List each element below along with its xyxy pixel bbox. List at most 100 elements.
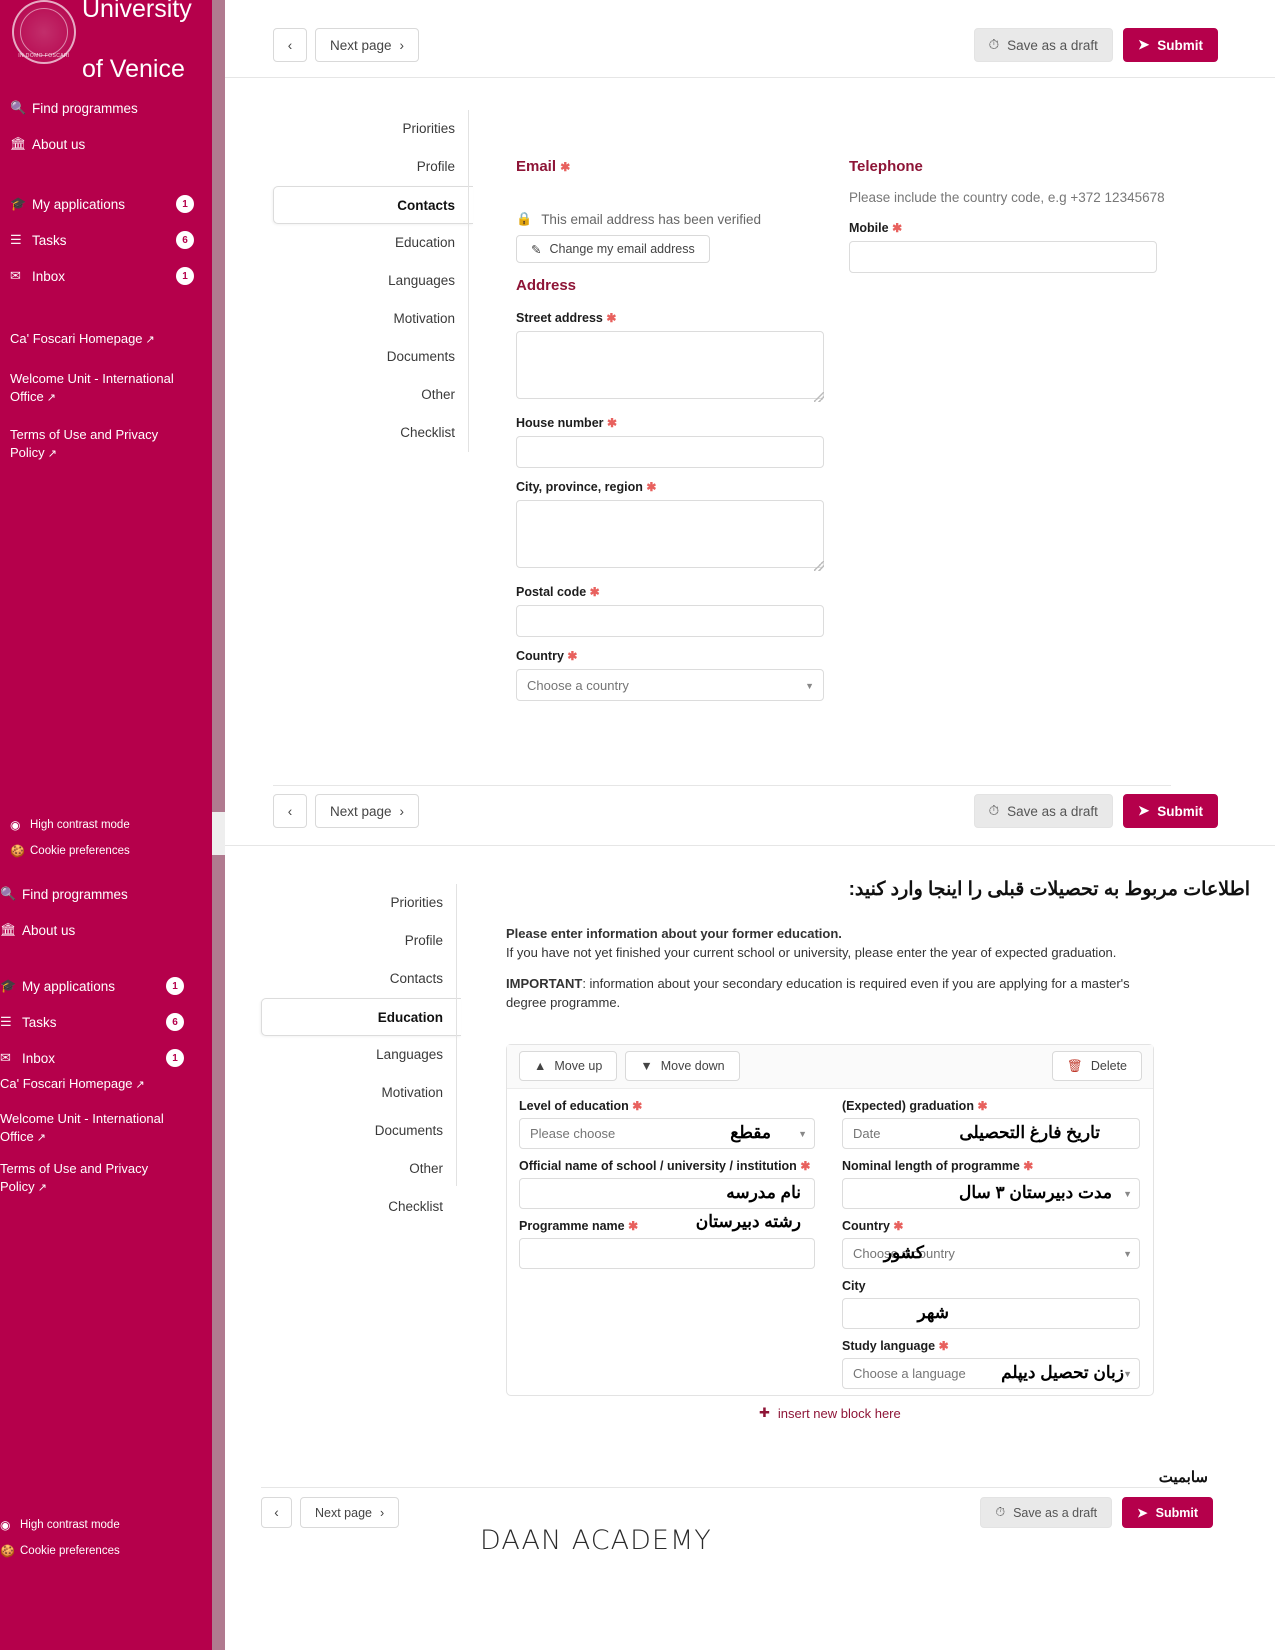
change-email-button[interactable]: ✎ Change my email address (516, 235, 710, 263)
block-move-controls: ▲ Move up ▼ Move down (519, 1051, 740, 1081)
sidebar-item-my-applications[interactable]: 🎓 My applications 1 (0, 186, 212, 222)
sidebar-scrollbar-thumb-lower[interactable] (212, 855, 225, 1650)
insert-new-block-button[interactable]: ✚ insert new block here (759, 1405, 901, 1421)
delete-block-button[interactable]: 🗑 Delete (1051, 1051, 1142, 1081)
postal-code-input[interactable] (516, 605, 824, 637)
step-other[interactable]: Other (273, 376, 473, 414)
sidebar-item-about-us[interactable]: 🏛 About us (0, 126, 212, 162)
clock-icon: ⏱ (995, 1505, 1006, 1519)
sidebar-link-terms[interactable]: Terms of Use and Privacy Policy ↗ (10, 426, 200, 463)
sidebar-link-welcome-unit[interactable]: Welcome Unit - International Office ↗ (10, 370, 200, 407)
sidebar-cookie-preferences[interactable]: 🍪 Cookie preferences (0, 1544, 120, 1558)
study-language-select[interactable] (842, 1358, 1140, 1389)
education-left-column: Level of education ✱ ▼ مقطع Official nam… (519, 1099, 819, 1269)
badge-count: 6 (166, 1013, 184, 1031)
cookie-icon: 🍪 (10, 844, 25, 858)
level-of-education-select[interactable] (519, 1118, 815, 1149)
next-page-button[interactable]: Next page › (315, 28, 420, 62)
step-profile[interactable]: Profile (273, 148, 473, 186)
sidebar-cookie-preferences[interactable]: 🍪 Cookie preferences (10, 844, 130, 858)
cookie-icon: 🍪 (0, 1544, 15, 1558)
step-motivation[interactable]: Motivation (261, 1074, 461, 1112)
nominal-length-select[interactable] (842, 1178, 1140, 1209)
education-city-input[interactable] (842, 1298, 1140, 1329)
brand-logo[interactable]: IN DOMO FOSCARI University of Venice (0, 0, 212, 83)
move-down-button[interactable]: ▼ Move down (625, 1051, 740, 1081)
city-province-region-input[interactable] (516, 500, 824, 568)
education-city-field: City شهر (842, 1279, 1144, 1329)
school-name-label-text: Official name of school / university / i… (519, 1159, 797, 1173)
step-priorities[interactable]: Priorities (261, 884, 461, 922)
city-province-region-label: City, province, region ✱ (516, 480, 826, 494)
resize-grip-icon[interactable] (814, 392, 824, 402)
submit-button[interactable]: ➤ Submit (1122, 1497, 1213, 1528)
sidebar-item-tasks[interactable]: ☰ Tasks 6 (0, 222, 212, 258)
submit-button[interactable]: ➤ Submit (1122, 28, 1218, 62)
chevron-right-icon: › (399, 803, 405, 819)
sidebar-link-welcome-unit[interactable]: Welcome Unit - International Office ↗ (0, 1110, 190, 1147)
step-checklist[interactable]: Checklist (273, 414, 473, 452)
save-draft-button[interactable]: ⏱ Save as a draft (980, 1497, 1113, 1528)
graduation-date-input[interactable] (842, 1118, 1140, 1149)
programme-name-input[interactable] (519, 1238, 815, 1269)
required-asterisk-icon: ✱ (938, 1339, 949, 1353)
step-languages[interactable]: Languages (261, 1036, 461, 1074)
delete-label: Delete (1090, 1059, 1127, 1073)
step-other[interactable]: Other (261, 1150, 461, 1188)
save-draft-button[interactable]: ⏱ Save as a draft (973, 28, 1113, 62)
previous-page-button[interactable]: ‹ (273, 28, 307, 62)
lock-icon: 🔒 (516, 211, 533, 226)
toolbar-actions-bottom: ⏱ Save as a draft ➤ Submit (980, 1497, 1213, 1528)
previous-page-button[interactable]: ‹ (273, 794, 307, 828)
sidebar-link-terms[interactable]: Terms of Use and Privacy Policy ↗ (0, 1160, 190, 1197)
sidebar-nav-secondary-dup: 🎓 My applications 1 ☰ Tasks 6 ✉ Inbox 1 (0, 968, 202, 1076)
required-asterisk-icon: ✱ (977, 1099, 988, 1113)
sidebar-item-tasks[interactable]: ☰ Tasks 6 (0, 1004, 202, 1040)
step-documents[interactable]: Documents (273, 338, 473, 376)
move-up-button[interactable]: ▲ Move up (519, 1051, 618, 1081)
next-page-label: Next page (315, 1505, 372, 1520)
step-education[interactable]: Education (273, 224, 473, 262)
submit-button[interactable]: ➤ Submit (1122, 794, 1218, 828)
save-draft-button[interactable]: ⏱ Save as a draft (973, 794, 1113, 828)
sidebar-item-my-applications[interactable]: 🎓 My applications 1 (0, 968, 202, 1004)
sidebar-item-find-programmes[interactable]: 🔍 Find programmes (0, 90, 212, 126)
next-page-button[interactable]: Next page › (315, 794, 420, 828)
next-page-button[interactable]: Next page › (300, 1497, 400, 1528)
resize-grip-icon[interactable] (814, 561, 824, 571)
level-of-education-label-text: Level of education (519, 1099, 629, 1113)
sidebar-item-find-programmes[interactable]: 🔍 Find programmes (0, 876, 202, 912)
step-education[interactable]: Education (261, 998, 461, 1036)
step-profile[interactable]: Profile (261, 922, 461, 960)
step-contacts[interactable]: Contacts (273, 186, 473, 224)
school-name-field: Official name of school / university / i… (519, 1159, 819, 1209)
street-address-input[interactable] (516, 331, 824, 399)
step-nav-contacts: Priorities Profile Contacts Education La… (273, 110, 473, 452)
house-number-input[interactable] (516, 436, 824, 468)
sidebar-scrollbar-thumb[interactable] (212, 0, 225, 812)
postal-code-label-text: Postal code (516, 585, 587, 599)
sidebar-item-inbox[interactable]: ✉ Inbox 1 (0, 1040, 202, 1076)
sidebar-high-contrast-toggle[interactable]: ◉ High contrast mode (10, 818, 130, 832)
step-priorities[interactable]: Priorities (273, 110, 473, 148)
sidebar-link-homepage[interactable]: Ca' Foscari Homepage ↗ (10, 330, 200, 349)
sidebar-item-inbox[interactable]: ✉ Inbox 1 (0, 258, 212, 294)
step-languages[interactable]: Languages (273, 262, 473, 300)
country-select[interactable] (516, 669, 824, 701)
step-documents[interactable]: Documents (261, 1112, 461, 1150)
mobile-input[interactable] (849, 241, 1157, 273)
sidebar-nav-primary: 🔍 Find programmes 🏛 About us (0, 90, 212, 162)
step-contacts[interactable]: Contacts (261, 960, 461, 998)
previous-page-button[interactable]: ‹ (261, 1497, 292, 1528)
sidebar-item-label: About us (22, 922, 76, 938)
rtl-submit-note: سابمیت (1158, 1469, 1208, 1486)
step-checklist[interactable]: Checklist (261, 1188, 461, 1226)
sidebar-high-contrast-toggle[interactable]: ◉ High contrast mode (0, 1518, 120, 1532)
sidebar-item-about-us[interactable]: 🏛 About us (0, 912, 202, 948)
save-draft-label: Save as a draft (1013, 1505, 1098, 1520)
education-country-select[interactable] (842, 1238, 1140, 1269)
school-name-input[interactable] (519, 1178, 815, 1209)
next-page-label: Next page (330, 803, 392, 819)
sidebar-link-homepage[interactable]: Ca' Foscari Homepage ↗ (0, 1075, 190, 1094)
step-motivation[interactable]: Motivation (273, 300, 473, 338)
